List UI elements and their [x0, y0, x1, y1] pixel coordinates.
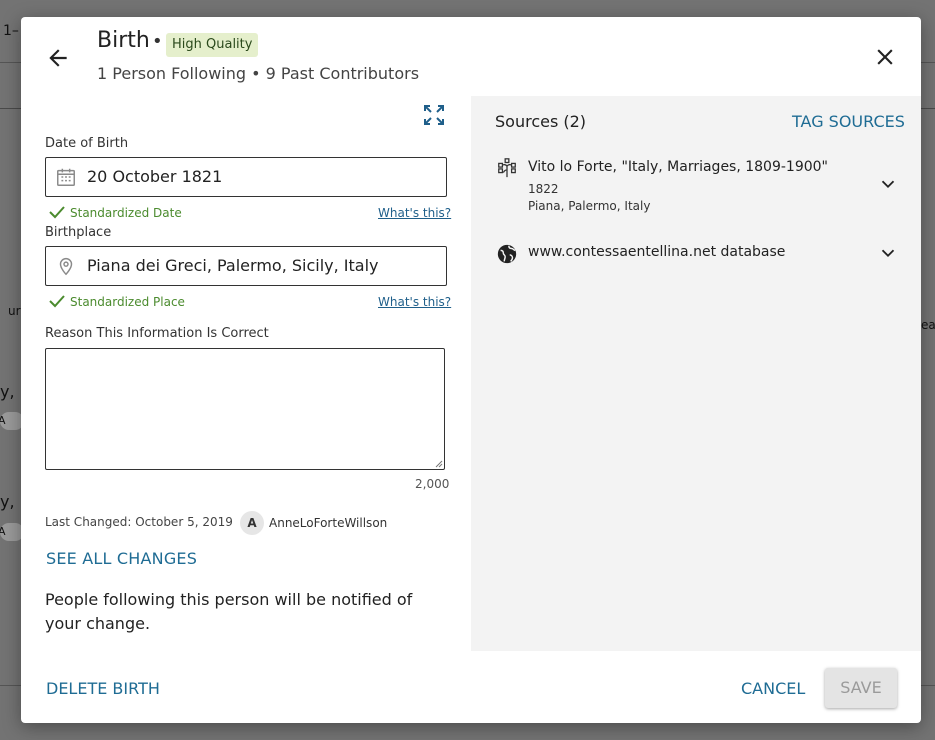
delete-birth-button[interactable]: DELETE BIRTH — [46, 679, 160, 698]
dialog-subtitle: 1 Person Following • 9 Past Contributors — [97, 64, 420, 83]
back-button[interactable] — [45, 45, 71, 71]
avatar[interactable]: A — [240, 511, 264, 535]
whats-this-date-link[interactable]: What's this? — [378, 206, 451, 220]
arrow-left-icon — [49, 49, 67, 67]
notification-notice: People following this person will be not… — [45, 590, 413, 633]
sources-title: Sources (2) — [495, 112, 587, 131]
background-text: 1– — [3, 23, 19, 39]
expand-icon — [424, 105, 444, 125]
calendar-icon — [57, 168, 75, 186]
checkmark-icon — [49, 206, 65, 219]
background-text: ea — [921, 318, 935, 332]
date-of-birth-field[interactable]: 20 October 1821 — [45, 157, 447, 197]
location-pin-icon — [59, 258, 73, 276]
family-tree-icon — [498, 158, 516, 178]
birthplace-label: Birthplace — [45, 225, 112, 240]
expand-button[interactable] — [422, 103, 446, 127]
standardized-place-status: Standardized Place — [48, 293, 185, 309]
last-changed-text: Last Changed: October 5, 2019 — [45, 515, 233, 529]
close-icon — [877, 49, 893, 65]
standardized-date-text: Standardized Date — [70, 206, 182, 220]
standardized-place-text: Standardized Place — [70, 295, 185, 309]
globe-icon — [497, 244, 517, 264]
source-place: Piana, Palermo, Italy — [528, 199, 651, 213]
birthplace-field[interactable]: Piana dei Greci, Palermo, Sicily, Italy — [45, 246, 447, 286]
chevron-down-icon[interactable] — [877, 242, 899, 264]
source-title: www.contessaentellina.net database — [528, 244, 786, 260]
standardized-date-status: Standardized Date — [48, 204, 182, 220]
quality-badge: High Quality — [166, 33, 259, 57]
cancel-button[interactable]: CANCEL — [741, 679, 805, 698]
birthplace-value: Piana dei Greci, Palermo, Sicily, Italy — [87, 256, 379, 275]
source-date: 1822 — [528, 182, 559, 196]
whats-this-place-link[interactable]: What's this? — [378, 295, 451, 309]
see-all-changes-button[interactable]: SEE ALL CHANGES — [46, 549, 197, 568]
title-separator: • — [152, 31, 163, 52]
tag-sources-button[interactable]: TAG SOURCES — [792, 112, 905, 131]
date-of-birth-label: Date of Birth — [45, 136, 129, 151]
save-button[interactable]: SAVE — [825, 668, 897, 708]
date-of-birth-value: 20 October 1821 — [87, 167, 223, 186]
resize-grip-icon[interactable] — [433, 458, 443, 468]
checkmark-icon — [49, 295, 65, 308]
background-text: ur — [8, 304, 21, 318]
reason-textarea[interactable] — [45, 348, 445, 470]
chevron-down-icon[interactable] — [877, 173, 899, 195]
edit-birth-dialog: Birth • High Quality 1 Person Following … — [21, 17, 921, 723]
contributor-name[interactable]: AnneLoForteWillson — [269, 516, 387, 530]
sources-panel — [471, 96, 921, 651]
reason-label: Reason This Information Is Correct — [45, 326, 269, 341]
source-title: Vito lo Forte, "Italy, Marriages, 1809-1… — [528, 159, 828, 175]
character-counter: 2,000 — [415, 477, 450, 491]
dialog-title: Birth — [97, 28, 150, 53]
close-button[interactable] — [872, 44, 898, 70]
